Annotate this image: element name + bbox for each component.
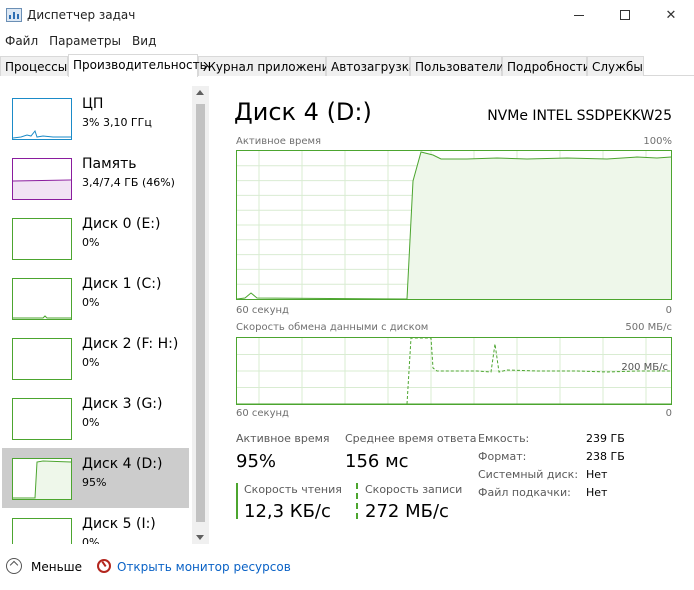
disk-model: NVMe INTEL SSDPEKKW25 — [487, 108, 672, 124]
transfer-rate-graph — [236, 337, 672, 405]
sidebar-item-label: Диск 5 (I:) — [82, 516, 156, 532]
menu-options[interactable]: Параметры — [44, 32, 127, 52]
active-time-graph — [236, 150, 672, 300]
footer: Меньше Открыть монитор ресурсов — [0, 554, 694, 582]
task-manager-icon — [6, 8, 22, 22]
transfer-chart-mid: 200 МБ/с — [621, 362, 668, 373]
system-disk-label: Системный диск: — [478, 468, 579, 481]
chevron-up-icon[interactable] — [6, 558, 22, 574]
response-time-value: 156 мс — [345, 451, 409, 472]
capacity-value: 239 ГБ — [586, 432, 625, 445]
sidebar-item-value: 0% — [82, 236, 100, 249]
tab-services[interactable]: Службы — [587, 56, 644, 76]
sidebar-item-value: 3,4/7,4 ГБ (46%) — [82, 176, 175, 189]
disk-thumbnail — [12, 398, 72, 440]
sidebar-item-value: 0% — [82, 356, 100, 369]
sidebar-item-disk-0[interactable]: Диск 0 (E:) 0% — [2, 208, 189, 268]
write-rate-indicator — [356, 483, 358, 519]
memory-thumbnail — [12, 158, 72, 200]
sidebar-item-label: Диск 1 (C:) — [82, 276, 162, 292]
resource-monitor-icon — [97, 559, 111, 573]
tab-startup[interactable]: Автозагрузка — [326, 56, 416, 76]
sidebar-item-value: 0% — [82, 536, 100, 544]
sidebar-item-label: Диск 2 (F: H:) — [82, 336, 179, 352]
sidebar-item-label: Диск 3 (G:) — [82, 396, 163, 412]
tab-processes[interactable]: Процессы — [0, 56, 68, 76]
sidebar-item-value: 3% 3,10 ГГц — [82, 116, 152, 129]
tab-strip: Процессы Производительность Журнал прило… — [0, 54, 694, 77]
transfer-x-left: 60 секунд — [236, 408, 289, 419]
menu-view[interactable]: Вид — [127, 32, 162, 52]
transfer-chart-max: 500 МБ/с — [625, 322, 672, 333]
transfer-x-right: 0 — [665, 408, 672, 419]
scroll-thumb[interactable] — [196, 104, 205, 522]
disk-thumbnail — [12, 218, 72, 260]
read-speed-label: Скорость чтения — [244, 483, 342, 496]
disk-thumbnail — [12, 458, 72, 500]
disk-thumbnail — [12, 278, 72, 320]
sidebar-item-disk-3[interactable]: Диск 3 (G:) 0% — [2, 388, 189, 448]
active-time-chart-max: 100% — [643, 136, 672, 147]
page-file-label: Файл подкачки: — [478, 486, 571, 499]
tab-users[interactable]: Пользователи — [410, 56, 504, 76]
sidebar-item-label: Диск 0 (E:) — [82, 216, 161, 232]
page-file-value: Нет — [586, 486, 608, 499]
disk-details-panel: Диск 4 (D:) NVMe INTEL SSDPEKKW25 Активн… — [218, 86, 694, 544]
tab-app-history[interactable]: Журнал приложений — [198, 56, 337, 76]
sidebar-item-disk-4[interactable]: Диск 4 (D:) 95% — [2, 448, 189, 508]
minimize-icon[interactable] — [556, 0, 602, 30]
active-time-label: Активное время — [236, 432, 330, 445]
scroll-down-icon[interactable] — [196, 535, 204, 540]
disk-thumbnail — [12, 518, 72, 544]
tab-performance[interactable]: Производительность — [68, 54, 207, 77]
sidebar-item-value: 0% — [82, 296, 100, 309]
sidebar-scrollbar[interactable] — [192, 86, 209, 544]
sidebar-item-label: Диск 4 (D:) — [82, 456, 163, 472]
tab-details[interactable]: Подробности — [502, 56, 591, 76]
active-time-chart-label: Активное время — [236, 136, 322, 147]
sidebar-item-value: 0% — [82, 416, 100, 429]
read-speed-value: 12,3 КБ/с — [244, 501, 331, 522]
sidebar-item-cpu[interactable]: ЦП 3% 3,10 ГГц — [2, 88, 189, 148]
resource-sidebar: ЦП 3% 3,10 ГГц Память 3,4/7,4 ГБ (46%) Д… — [0, 86, 210, 544]
fewer-details-button[interactable]: Меньше — [31, 560, 82, 574]
active-time-x-right: 0 — [665, 305, 672, 316]
title-bar: Диспетчер задач ✕ — [0, 0, 694, 32]
active-time-value: 95% — [236, 451, 277, 472]
close-icon[interactable]: ✕ — [648, 0, 694, 30]
window-title: Диспетчер задач — [27, 8, 136, 22]
format-value: 238 ГБ — [586, 450, 625, 463]
sidebar-item-label: Память — [82, 156, 137, 172]
response-time-label: Среднее время ответа — [345, 432, 477, 445]
sidebar-item-label: ЦП — [82, 96, 104, 112]
transfer-chart-label: Скорость обмена данными с диском — [236, 322, 429, 333]
active-time-x-left: 60 секунд — [236, 305, 289, 316]
format-label: Формат: — [478, 450, 527, 463]
sidebar-item-disk-1[interactable]: Диск 1 (C:) 0% — [2, 268, 189, 328]
capacity-label: Емкость: — [478, 432, 530, 445]
sidebar-item-disk-2[interactable]: Диск 2 (F: H:) 0% — [2, 328, 189, 388]
cpu-thumbnail — [12, 98, 72, 140]
menu-bar: Файл Параметры Вид — [0, 32, 162, 52]
sidebar-item-disk-5[interactable]: Диск 5 (I:) 0% — [2, 508, 189, 544]
disk-thumbnail — [12, 338, 72, 380]
read-rate-indicator — [236, 483, 238, 519]
sidebar-item-memory[interactable]: Память 3,4/7,4 ГБ (46%) — [2, 148, 189, 208]
write-speed-label: Скорость записи — [365, 483, 463, 496]
scroll-up-icon[interactable] — [196, 90, 204, 95]
open-resource-monitor-link[interactable]: Открыть монитор ресурсов — [117, 560, 291, 574]
page-title: Диск 4 (D:) — [234, 98, 372, 126]
sidebar-item-value: 95% — [82, 476, 107, 489]
maximize-icon[interactable] — [602, 0, 648, 30]
write-speed-value: 272 МБ/с — [365, 501, 449, 522]
menu-file[interactable]: Файл — [0, 32, 44, 52]
system-disk-value: Нет — [586, 468, 608, 481]
